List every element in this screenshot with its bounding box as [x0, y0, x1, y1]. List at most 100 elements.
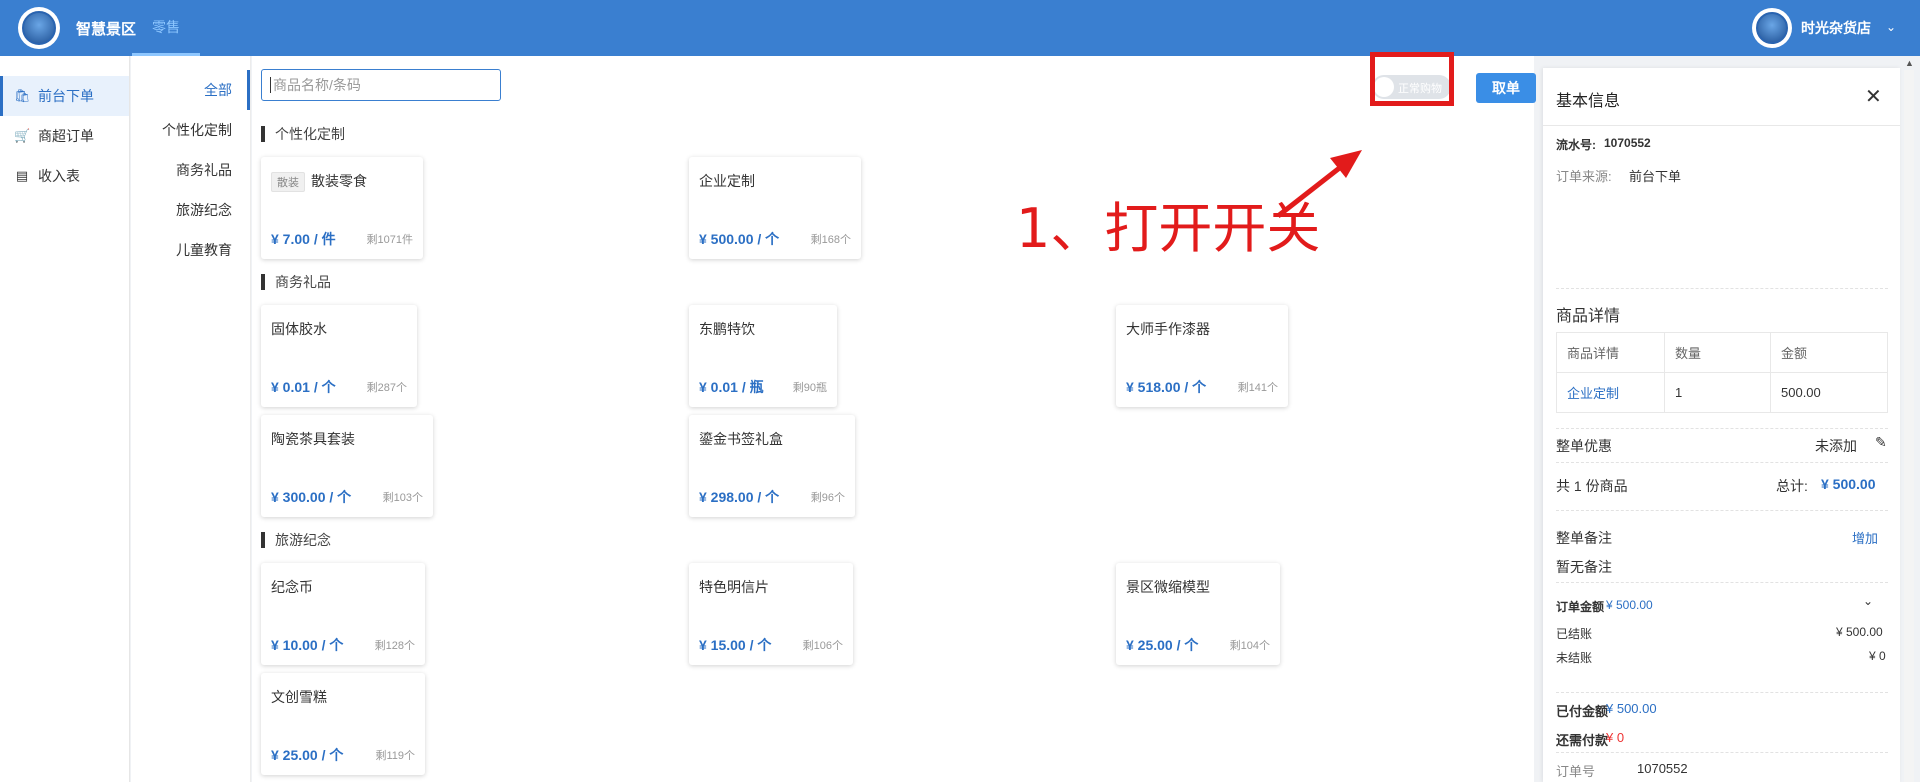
- product-stock: 剩168个: [810, 234, 851, 246]
- section-title: 旅游纪念: [261, 532, 331, 548]
- divider: [1556, 582, 1888, 583]
- paid-value: ¥ 500.00: [1606, 701, 1657, 716]
- product-name: 鎏金书签礼盒: [699, 431, 783, 447]
- product-card[interactable]: 景区微缩模型 ¥ 25.00 / 个 剩104个: [1116, 563, 1280, 665]
- user-avatar[interactable]: [1752, 8, 1792, 48]
- product-name: 企业定制: [699, 173, 755, 189]
- product-price: ¥ 10.00 / 个: [271, 637, 344, 653]
- panel-header: 基本信息 ✕: [1543, 68, 1900, 126]
- total-label: 总计:: [1776, 478, 1808, 494]
- product-stock: 剩90瓶: [792, 382, 827, 394]
- product-card[interactable]: 陶瓷茶具套装 ¥ 300.00 / 个 剩103个: [261, 415, 433, 517]
- product-stock: 剩128个: [374, 640, 415, 652]
- product-card[interactable]: 大师手作漆器 ¥ 518.00 / 个 剩141个: [1116, 305, 1288, 407]
- product-card[interactable]: 纪念币 ¥ 10.00 / 个 剩128个: [261, 563, 425, 665]
- product-name: 散装 散装零食: [271, 171, 367, 193]
- due-label: 还需付款: [1556, 733, 1609, 748]
- due-value: ¥ 0: [1606, 730, 1625, 745]
- serial-value: 1070552: [1604, 136, 1651, 150]
- item-quantity: 1: [1664, 372, 1771, 413]
- product-price: ¥ 0.01 / 瓶: [699, 379, 764, 395]
- product-price: ¥ 518.00 / 个: [1126, 379, 1207, 395]
- unsettled-label: 未结账: [1556, 651, 1593, 665]
- product-stock: 剩287个: [366, 382, 407, 394]
- product-stock: 剩119个: [375, 750, 415, 762]
- chevron-down-icon[interactable]: ⌄: [1886, 20, 1896, 34]
- product-card[interactable]: 特色明信片 ¥ 15.00 / 个 剩106个: [689, 563, 853, 665]
- bulk-tag: 散装: [271, 172, 305, 193]
- unsettled-value: ¥ 0: [1869, 649, 1886, 663]
- source-value: 前台下单: [1629, 169, 1682, 184]
- divider: [1556, 288, 1888, 289]
- product-area: 商品名称/条码 正常购物 取单 1、打开开关 个性化定制 散装 散装零食 ¥ 7.…: [252, 52, 1536, 782]
- order-amount-label: 订单金额: [1556, 600, 1605, 614]
- remark-label: 整单备注: [1556, 530, 1612, 546]
- order-panel: 基本信息 ✕ 流水号: 1070552 订单来源: 前台下单 商品详情 商品详情…: [1543, 68, 1900, 782]
- discount-label: 整单优惠: [1556, 438, 1612, 454]
- scrollbar[interactable]: [1904, 70, 1914, 782]
- divider: [1556, 692, 1888, 693]
- product-stock: 剩1071件: [366, 234, 413, 246]
- order-items-table: 商品详情 数量 金额 企业定制 1 500.00: [1556, 332, 1888, 413]
- paid-label: 已付金额: [1556, 704, 1609, 719]
- product-stock: 剩104个: [1229, 640, 1270, 652]
- total-value: ¥ 500.00: [1821, 476, 1876, 492]
- section-title: 商务礼品: [261, 274, 331, 290]
- product-price: ¥ 7.00 / 件: [271, 231, 336, 247]
- divider: [1556, 752, 1888, 753]
- item-name-link[interactable]: 企业定制: [1556, 372, 1665, 413]
- product-price: ¥ 25.00 / 个: [1126, 637, 1199, 653]
- product-name: 纪念币: [271, 579, 313, 595]
- product-price: ¥ 25.00 / 个: [271, 747, 344, 763]
- product-card[interactable]: 企业定制 ¥ 500.00 / 个 剩168个: [689, 157, 861, 259]
- product-card[interactable]: 固体胶水 ¥ 0.01 / 个 剩287个: [261, 305, 417, 407]
- table-header: 金额: [1770, 332, 1888, 373]
- product-name: 东鹏特饮: [699, 321, 755, 337]
- item-count: 共 1 份商品: [1556, 478, 1628, 494]
- product-price: ¥ 0.01 / 个: [271, 379, 336, 395]
- product-name: 陶瓷茶具套装: [271, 431, 355, 447]
- scroll-up-icon[interactable]: ▲: [1905, 58, 1914, 68]
- remark-value: 暂无备注: [1556, 559, 1612, 575]
- divider: [1556, 510, 1888, 511]
- close-icon[interactable]: ✕: [1865, 84, 1882, 109]
- product-name: 文创雪糕: [271, 689, 327, 705]
- product-price: ¥ 300.00 / 个: [271, 489, 352, 505]
- discount-value[interactable]: 未添加: [1815, 436, 1857, 456]
- product-price: ¥ 15.00 / 个: [699, 637, 772, 653]
- user-name[interactable]: 时光杂货店: [1801, 18, 1871, 38]
- product-name-text: 散装零食: [311, 173, 367, 189]
- avatar-emblem-icon: [1756, 12, 1788, 44]
- annotation-text: 1、打开开关: [1016, 197, 1321, 260]
- table-header-row: 商品详情 数量 金额: [1556, 332, 1888, 373]
- detail-title: 商品详情: [1556, 308, 1621, 325]
- product-card[interactable]: 文创雪糕 ¥ 25.00 / 个 剩119个: [261, 673, 425, 775]
- product-stock: 剩96个: [810, 492, 845, 504]
- product-stock: 剩103个: [382, 492, 423, 504]
- settled-label: 已结账: [1556, 627, 1593, 641]
- source-label: 订单来源:: [1556, 169, 1612, 184]
- product-price: ¥ 500.00 / 个: [699, 231, 780, 247]
- product-card[interactable]: 东鹏特饮 ¥ 0.01 / 瓶 剩90瓶: [689, 305, 837, 407]
- divider: [1556, 462, 1888, 463]
- serial-label: 流水号:: [1556, 138, 1596, 152]
- order-no-value: 1070552: [1637, 761, 1688, 776]
- product-name: 特色明信片: [699, 579, 769, 595]
- chevron-down-icon[interactable]: ⌄: [1863, 594, 1873, 608]
- product-name: 大师手作漆器: [1126, 321, 1210, 337]
- product-stock: 剩141个: [1237, 382, 1278, 394]
- product-stock: 剩106个: [802, 640, 843, 652]
- divider: [1556, 428, 1888, 429]
- add-remark-button[interactable]: 增加: [1852, 528, 1878, 547]
- product-price: ¥ 298.00 / 个: [699, 489, 780, 505]
- product-name: 景区微缩模型: [1126, 579, 1210, 595]
- edit-icon[interactable]: ✎: [1875, 434, 1887, 451]
- product-card[interactable]: 鎏金书签礼盒 ¥ 298.00 / 个 剩96个: [689, 415, 855, 517]
- item-amount: 500.00: [1770, 372, 1888, 413]
- section-title: 个性化定制: [261, 126, 345, 142]
- product-card[interactable]: 散装 散装零食 ¥ 7.00 / 件 剩1071件: [261, 157, 423, 259]
- product-name: 固体胶水: [271, 321, 327, 337]
- table-header: 商品详情: [1556, 332, 1665, 373]
- table-row: 企业定制 1 500.00: [1556, 372, 1888, 413]
- order-amount-value: ¥ 500.00: [1606, 598, 1653, 612]
